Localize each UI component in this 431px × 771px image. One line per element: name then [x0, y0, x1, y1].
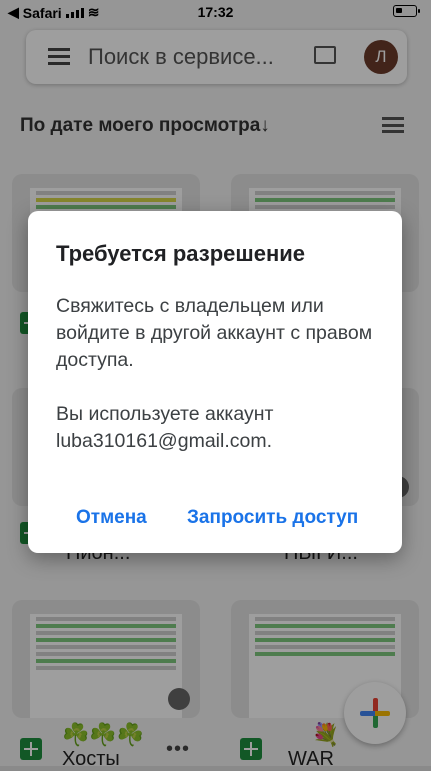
dialog-body: Свяжитесь с владельцем или войдите в дру…: [56, 293, 386, 455]
request-access-button[interactable]: Запросить доступ: [187, 507, 358, 529]
permission-dialog: Требуется разрешение Свяжитесь с владель…: [28, 211, 402, 553]
cancel-button[interactable]: Отмена: [76, 507, 147, 529]
dialog-account-line: Вы используете аккаунт luba310161@gmail.…: [56, 403, 274, 452]
dialog-message: Свяжитесь с владельцем или войдите в дру…: [56, 295, 373, 371]
dialog-title: Требуется разрешение: [56, 241, 306, 266]
